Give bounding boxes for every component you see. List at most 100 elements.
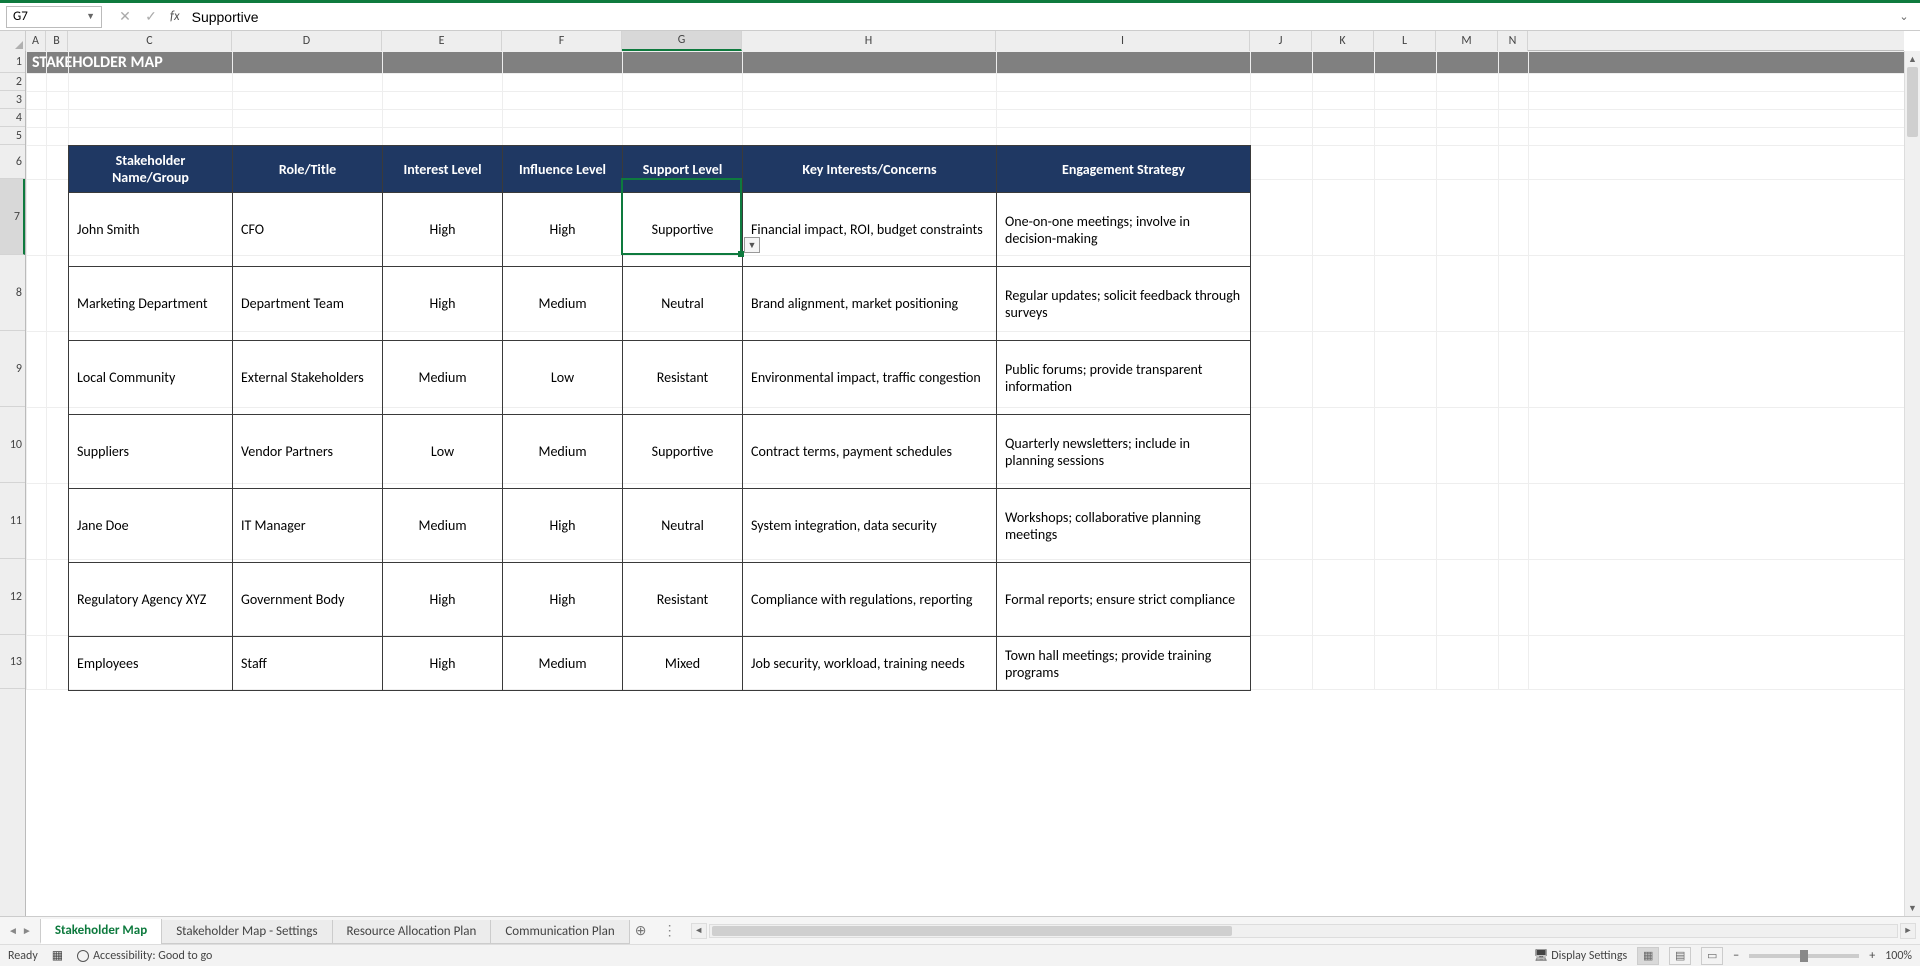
scroll-down-button[interactable]: ▼ xyxy=(1905,900,1920,916)
vertical-scrollbar[interactable]: ▲ ▼ xyxy=(1904,51,1920,916)
table-cell[interactable]: Regulatory Agency XYZ xyxy=(69,563,233,637)
column-header-G[interactable]: G xyxy=(622,31,742,51)
table-cell[interactable]: Local Community xyxy=(69,341,233,415)
table-header-cell[interactable]: Stakeholder Name/Group xyxy=(69,146,233,193)
column-header-J[interactable]: J xyxy=(1250,31,1312,51)
table-cell[interactable]: Low xyxy=(383,415,503,489)
column-header-C[interactable]: C xyxy=(68,31,232,51)
table-cell[interactable]: Environmental impact, traffic congestion xyxy=(743,341,997,415)
table-header-cell[interactable]: Support Level xyxy=(623,146,743,193)
scroll-right-button[interactable]: ► xyxy=(1900,923,1916,939)
table-cell[interactable]: Marketing Department xyxy=(69,267,233,341)
table-cell[interactable]: Vendor Partners xyxy=(233,415,383,489)
table-cell[interactable]: High xyxy=(383,193,503,267)
table-cell[interactable]: Brand alignment, market positioning xyxy=(743,267,997,341)
table-header-cell[interactable]: Role/Title xyxy=(233,146,383,193)
zoom-out-button[interactable]: − xyxy=(1733,949,1739,963)
table-cell[interactable]: External Stakeholders xyxy=(233,341,383,415)
column-header-H[interactable]: H xyxy=(742,31,996,51)
table-cell[interactable]: One-on-one meetings; involve in decision… xyxy=(997,193,1251,267)
column-header-K[interactable]: K xyxy=(1312,31,1374,51)
sheet-tab[interactable]: Resource Allocation Plan xyxy=(332,920,492,944)
vscroll-track[interactable] xyxy=(1905,67,1920,900)
formula-cancel-button[interactable]: ✕ xyxy=(112,6,138,28)
table-cell[interactable]: Suppliers xyxy=(69,415,233,489)
table-cell[interactable]: Employees xyxy=(69,637,233,691)
table-cell[interactable]: Neutral xyxy=(623,267,743,341)
table-cell[interactable]: Mixed xyxy=(623,637,743,691)
table-cell[interactable]: Workshops; collaborative planning meetin… xyxy=(997,489,1251,563)
table-cell[interactable]: Medium xyxy=(503,267,623,341)
column-header-L[interactable]: L xyxy=(1374,31,1436,51)
table-cell[interactable]: High xyxy=(383,637,503,691)
table-cell[interactable]: Financial impact, ROI, budget constraint… xyxy=(743,193,997,267)
table-cell[interactable]: Quarterly newsletters; include in planni… xyxy=(997,415,1251,489)
name-box[interactable]: G7 ▼ xyxy=(6,6,102,28)
column-header-B[interactable]: B xyxy=(46,31,68,51)
table-cell[interactable]: High xyxy=(383,267,503,341)
column-header-D[interactable]: D xyxy=(232,31,382,51)
row-header-11[interactable]: 11 xyxy=(0,483,25,559)
cell-dropdown-button[interactable]: ▼ xyxy=(744,237,760,253)
macro-record-icon[interactable]: ▦ xyxy=(52,948,63,963)
table-cell[interactable]: John Smith xyxy=(69,193,233,267)
zoom-slider[interactable] xyxy=(1749,954,1859,958)
formula-bar-expand-button[interactable]: ⌄ xyxy=(1894,10,1914,23)
tabs-menu-button[interactable]: ⋮ xyxy=(653,922,687,939)
page-layout-view-button[interactable]: ▤ xyxy=(1669,947,1691,965)
cells-canvas[interactable]: STAKEHOLDER MAP Stakeholder Name/GroupRo… xyxy=(26,51,1904,916)
table-cell[interactable]: High xyxy=(503,489,623,563)
row-header-10[interactable]: 10 xyxy=(0,407,25,483)
fx-icon[interactable]: fx xyxy=(164,9,186,24)
table-cell[interactable]: Government Body xyxy=(233,563,383,637)
column-header-A[interactable]: A xyxy=(26,31,46,51)
table-cell[interactable]: Resistant xyxy=(623,341,743,415)
row-header-1[interactable]: 1 xyxy=(0,51,25,73)
table-cell[interactable]: Compliance with regulations, reporting xyxy=(743,563,997,637)
table-cell[interactable]: Supportive xyxy=(623,193,743,267)
table-header-cell[interactable]: Interest Level xyxy=(383,146,503,193)
table-cell[interactable]: Department Team xyxy=(233,267,383,341)
accessibility-status[interactable]: Accessibility: Good to go xyxy=(77,949,212,963)
row-header-6[interactable]: 6 xyxy=(0,145,25,179)
zoom-knob[interactable] xyxy=(1800,950,1808,962)
hscroll-track[interactable] xyxy=(709,924,1898,938)
formula-input[interactable] xyxy=(186,6,1894,28)
table-cell[interactable]: Medium xyxy=(503,415,623,489)
sheet-tab[interactable]: Communication Plan xyxy=(490,920,629,944)
table-cell[interactable]: Regular updates; solicit feedback throug… xyxy=(997,267,1251,341)
zoom-level[interactable]: 100% xyxy=(1885,949,1912,963)
table-cell[interactable]: Medium xyxy=(383,489,503,563)
hscroll-thumb[interactable] xyxy=(712,926,1232,936)
table-cell[interactable]: Resistant xyxy=(623,563,743,637)
table-cell[interactable]: High xyxy=(503,563,623,637)
select-all-triangle[interactable] xyxy=(0,31,26,51)
horizontal-scrollbar[interactable]: ◄ ► xyxy=(687,923,1920,939)
table-cell[interactable]: IT Manager xyxy=(233,489,383,563)
column-header-E[interactable]: E xyxy=(382,31,502,51)
table-cell[interactable]: Job security, workload, training needs xyxy=(743,637,997,691)
row-header-3[interactable]: 3 xyxy=(0,91,25,109)
table-cell[interactable]: Town hall meetings; provide training pro… xyxy=(997,637,1251,691)
table-cell[interactable]: Neutral xyxy=(623,489,743,563)
table-header-cell[interactable]: Engagement Strategy xyxy=(997,146,1251,193)
tab-nav-prev-button[interactable]: ◄ xyxy=(8,924,18,937)
row-header-2[interactable]: 2 xyxy=(0,73,25,91)
row-header-8[interactable]: 8 xyxy=(0,255,25,331)
table-cell[interactable]: High xyxy=(503,193,623,267)
column-header-I[interactable]: I xyxy=(996,31,1250,51)
scroll-up-button[interactable]: ▲ xyxy=(1905,51,1920,67)
zoom-in-button[interactable]: + xyxy=(1869,949,1875,963)
table-cell[interactable]: Low xyxy=(503,341,623,415)
table-cell[interactable]: CFO xyxy=(233,193,383,267)
table-cell[interactable]: Staff xyxy=(233,637,383,691)
row-header-13[interactable]: 13 xyxy=(0,635,25,689)
column-header-M[interactable]: M xyxy=(1436,31,1498,51)
vscroll-thumb[interactable] xyxy=(1907,67,1918,137)
normal-view-button[interactable]: ▦ xyxy=(1637,947,1659,965)
add-sheet-button[interactable]: ⊕ xyxy=(629,918,653,943)
scroll-left-button[interactable]: ◄ xyxy=(691,923,707,939)
table-cell[interactable]: Medium xyxy=(503,637,623,691)
column-header-N[interactable]: N xyxy=(1498,31,1528,51)
chevron-down-icon[interactable]: ▼ xyxy=(86,11,95,22)
